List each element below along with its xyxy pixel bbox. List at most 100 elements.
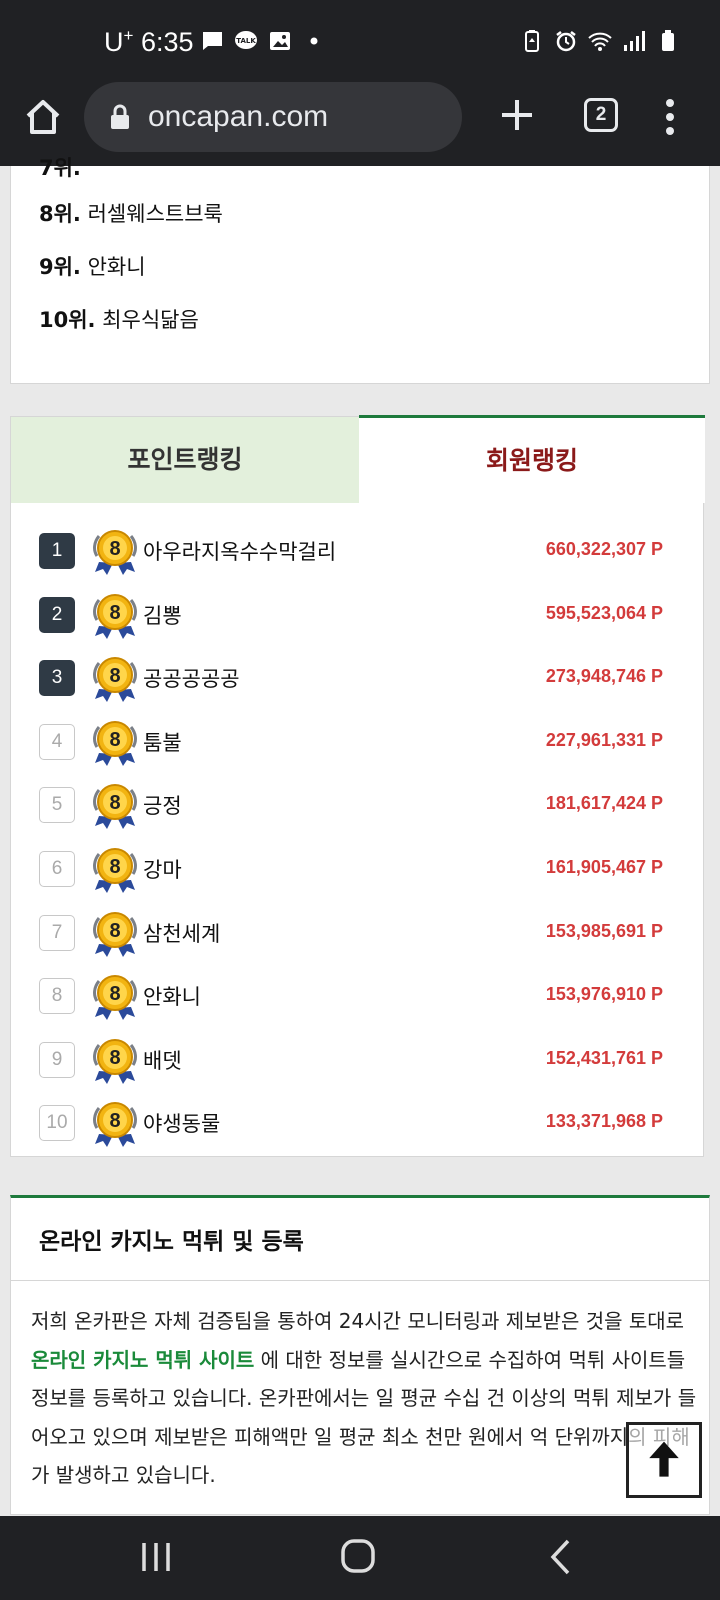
member-points: 227,961,331 P: [545, 729, 663, 750]
member-name[interactable]: 배뎃: [143, 1045, 182, 1075]
carrier-sup: +: [123, 26, 134, 45]
rank-number-badge: 3: [39, 660, 75, 697]
member-points: 161,905,467 P: [545, 856, 663, 877]
member-points: 153,976,910 P: [545, 984, 663, 1005]
divider: [11, 1280, 709, 1281]
medal-level-text: 8: [109, 729, 120, 751]
member-name[interactable]: 아우라지옥수수막걸리: [143, 536, 336, 566]
home-nav-icon[interactable]: [340, 1538, 376, 1574]
level-medal-icon: 8: [91, 780, 139, 830]
level-medal-icon: 8: [91, 971, 139, 1021]
medal-level-text: 8: [109, 856, 120, 878]
medal-level-text: 8: [109, 665, 120, 687]
ranking-panel: 포인트랭킹 회원랭킹 1 8 아우라지옥수수막걸리 660,322,307 P 2 8 김뽕…: [10, 415, 705, 1159]
home-icon[interactable]: [22, 96, 64, 138]
gallery-icon: [270, 32, 290, 50]
ranking-row[interactable]: 3 8 공공공공공 273,948,746 P: [11, 650, 705, 714]
medal-level-text: 8: [109, 1110, 120, 1132]
info-title: 온라인 카지노 먹튀 및 등록: [39, 1229, 304, 1255]
top-ranking-item[interactable]: 10위. 최우식닮음: [39, 304, 199, 334]
info-body-text: 저희 온카판은 자체 검증팀을 통하여 24시간 모니터링과 제보받은 것을 토…: [31, 1309, 685, 1333]
level-medal-icon: 8: [91, 1035, 139, 1085]
member-name[interactable]: 공공공공공: [143, 663, 240, 693]
medal-level-text: 8: [109, 792, 120, 814]
wifi-icon: [588, 32, 612, 51]
member-points: 181,617,424 P: [545, 793, 663, 814]
new-tab-icon[interactable]: [496, 94, 538, 136]
member-ranking-list: 1 8 아우라지옥수수막걸리 660,322,307 P 2 8 김뽕 595,523,064…: [11, 523, 705, 1159]
member-name[interactable]: 야생동물: [143, 1108, 220, 1138]
arrow-up-icon: [649, 1441, 679, 1477]
kakaotalk-icon: TALK: [235, 31, 257, 49]
ranking-row[interactable]: 8 8 안화니 153,976,910 P: [11, 968, 705, 1032]
ranking-row[interactable]: 2 8 김뽕 595,523,064 P: [11, 587, 705, 651]
member-name[interactable]: 김뽕: [143, 600, 182, 630]
svg-text:TALK: TALK: [236, 37, 256, 45]
browser-toolbar: oncapan.com 2: [0, 82, 720, 166]
medal-level-text: 8: [109, 1047, 120, 1069]
lock-icon: [111, 104, 129, 129]
member-points: 660,322,307 P: [545, 539, 663, 559]
medal-level-text: 8: [109, 983, 120, 1005]
rank-number-badge: 7: [39, 914, 75, 951]
level-medal-icon: 8: [91, 653, 139, 703]
clock: 6:35: [140, 27, 194, 57]
more-menu-icon[interactable]: [660, 96, 680, 138]
system-nav-bar: [0, 1516, 720, 1600]
medal-level-text: 8: [109, 602, 120, 624]
rank-number-badge: 1: [39, 533, 75, 569]
ranking-row[interactable]: 4 8 툼불 227,961,331 P: [11, 714, 705, 778]
dot-icon: [310, 37, 318, 45]
info-section: 온라인 카지노 먹튀 및 등록 저희 온카판은 자체 검증팀을 통하여 24시간…: [10, 1195, 710, 1515]
rank-number-badge: 6: [39, 850, 75, 887]
ranking-row[interactable]: 5 8 긍정 181,617,424 P: [11, 777, 705, 841]
member-points: 153,985,691 P: [545, 920, 663, 941]
level-medal-icon: 8: [91, 526, 139, 576]
url-text: oncapan.com: [148, 100, 329, 133]
rank-number-badge: 8: [39, 978, 75, 1015]
member-points: 595,523,064 P: [545, 602, 663, 623]
member-points: 273,948,746 P: [545, 666, 663, 687]
scroll-to-top-button[interactable]: [626, 1422, 702, 1498]
casino-scam-site-link[interactable]: 온라인 카지노 먹튀 사이트: [31, 1348, 254, 1372]
status-bar: U+ 6:35 TALK: [0, 0, 720, 82]
carrier-label: U: [104, 27, 124, 57]
ranking-row[interactable]: 7 8 삼천세계 153,985,691 P: [11, 905, 705, 969]
tab-switcher-button[interactable]: 2: [584, 98, 618, 132]
address-bar[interactable]: oncapan.com: [84, 82, 462, 152]
medal-level-text: 8: [109, 538, 120, 560]
rank-number-badge: 9: [39, 1041, 75, 1078]
info-body: 저희 온카판은 자체 검증팀을 통하여 24시간 모니터링과 제보받은 것을 토…: [31, 1302, 699, 1495]
ranking-row[interactable]: 10 8 야생동물 133,371,968 P: [11, 1095, 705, 1159]
recent-apps-icon[interactable]: [140, 1540, 172, 1574]
member-points: 152,431,761 P: [545, 1047, 663, 1068]
member-name[interactable]: 긍정: [143, 790, 182, 820]
rank-number-badge: 4: [39, 723, 75, 760]
tab-point-ranking[interactable]: 포인트랭킹: [11, 417, 359, 503]
level-medal-icon: 8: [91, 1098, 139, 1148]
member-name[interactable]: 안화니: [143, 981, 201, 1011]
level-medal-icon: 8: [91, 590, 139, 640]
cut-off-rank: 7위.: [39, 156, 81, 180]
member-name[interactable]: 툼불: [143, 727, 182, 757]
top-ranking-item[interactable]: 9위. 안화니: [39, 251, 146, 281]
medal-level-text: 8: [109, 920, 120, 942]
back-icon[interactable]: [548, 1538, 572, 1576]
signal-icon: [624, 31, 645, 51]
tab-member-ranking[interactable]: 회원랭킹: [359, 415, 705, 503]
battery-saver-icon: [525, 30, 539, 52]
rank-number-badge: 2: [39, 596, 75, 633]
battery-icon: [662, 30, 674, 51]
alarm-icon: [556, 31, 576, 52]
ranking-row[interactable]: 6 8 강마 161,905,467 P: [11, 841, 705, 905]
member-name[interactable]: 강마: [143, 854, 182, 884]
member-name[interactable]: 삼천세계: [143, 918, 220, 948]
top-ranking-item[interactable]: 8위. 러셀웨스트브룩: [39, 198, 223, 228]
ranking-row[interactable]: 9 8 배뎃 152,431,761 P: [11, 1032, 705, 1096]
chat-icon: [202, 32, 222, 50]
rank-number-badge: 5: [39, 787, 75, 824]
rank-number-badge: 10: [39, 1105, 75, 1142]
member-points: 133,371,968 P: [545, 1111, 663, 1132]
status-time: U+ 6:35: [104, 26, 194, 58]
ranking-row[interactable]: 1 8 아우라지옥수수막걸리 660,322,307 P: [11, 523, 705, 587]
